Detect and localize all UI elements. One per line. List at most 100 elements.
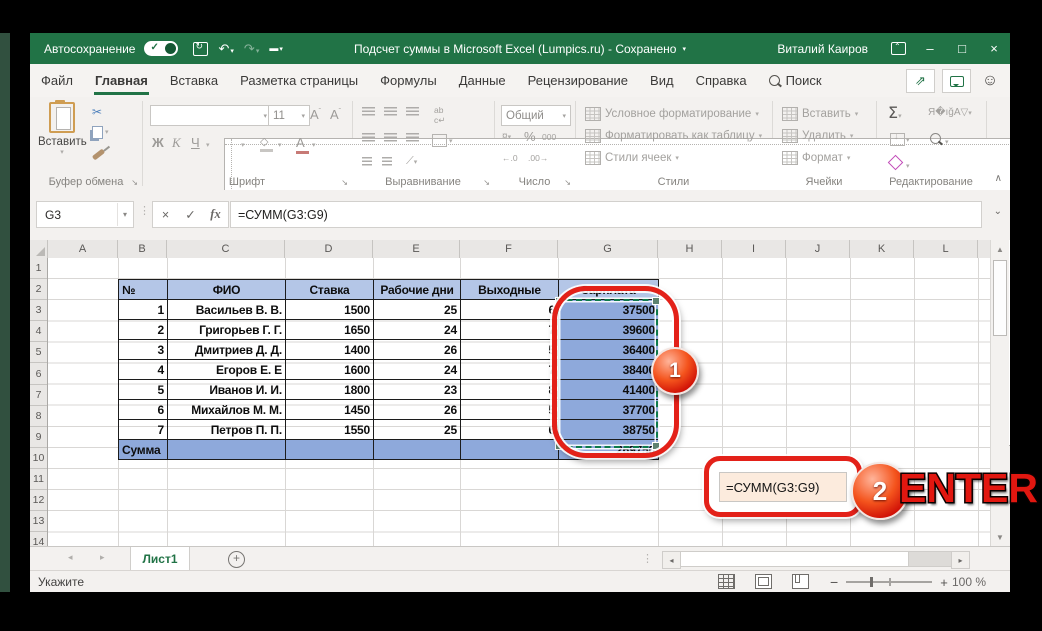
alignment-dialog-launcher-icon[interactable]: ↘ bbox=[483, 178, 490, 187]
column-header-d[interactable]: D bbox=[285, 240, 373, 258]
font-color-button[interactable]: А bbox=[296, 135, 309, 154]
scroll-right-icon[interactable]: ▸ bbox=[951, 551, 970, 569]
cell-d6[interactable]: 1600 bbox=[286, 360, 374, 380]
number-format-combo[interactable]: Общий▾ bbox=[501, 105, 571, 126]
cell-f6[interactable]: 7 bbox=[461, 360, 559, 380]
page-break-view-icon[interactable] bbox=[792, 574, 809, 589]
horizontal-scroll-thumb[interactable] bbox=[681, 552, 909, 566]
column-header-f[interactable]: F bbox=[460, 240, 558, 258]
cell-c4[interactable]: Григорьев Г. Г. bbox=[168, 320, 286, 340]
new-sheet-button[interactable]: + bbox=[228, 551, 245, 568]
cell-e4[interactable]: 24 bbox=[374, 320, 461, 340]
sheet-tab-list1[interactable]: Лист1 bbox=[130, 547, 190, 572]
format-cells-button[interactable]: Формат▾ bbox=[782, 147, 850, 168]
tab-page-layout[interactable]: Разметка страницы bbox=[229, 64, 369, 97]
minimize-button[interactable]: – bbox=[914, 33, 946, 64]
tab-home[interactable]: Главная bbox=[84, 64, 159, 97]
decrease-indent-icon[interactable] bbox=[362, 157, 372, 166]
cell-d8[interactable]: 1450 bbox=[286, 400, 374, 420]
formula-input[interactable]: =СУММ(G3:G9) bbox=[230, 201, 982, 228]
column-header-k[interactable]: K bbox=[850, 240, 914, 258]
font-dialog-launcher-icon[interactable]: ↘ bbox=[341, 178, 348, 187]
row-header-8[interactable]: 8 bbox=[30, 406, 47, 427]
insert-function-button[interactable]: fx bbox=[203, 207, 228, 222]
cell-c6[interactable]: Егоров Е. Е bbox=[168, 360, 286, 380]
insert-cells-button[interactable]: Вставить▾ bbox=[782, 103, 858, 124]
tab-file[interactable]: Файл bbox=[30, 64, 84, 97]
cell-f3[interactable]: 6 bbox=[461, 300, 559, 320]
cell-b8[interactable]: 6 bbox=[119, 400, 168, 420]
cell-e5[interactable]: 26 bbox=[374, 340, 461, 360]
conditional-formatting-button[interactable]: Условное форматирование▾ bbox=[585, 103, 759, 124]
cell-f10[interactable] bbox=[461, 440, 559, 460]
delete-cells-button[interactable]: Удалить▾ bbox=[782, 125, 853, 146]
number-dialog-launcher-icon[interactable]: ↘ bbox=[564, 178, 571, 187]
cell-e7[interactable]: 23 bbox=[374, 380, 461, 400]
column-header-c[interactable]: C bbox=[167, 240, 285, 258]
column-header-g[interactable]: G bbox=[558, 240, 658, 258]
align-center-icon[interactable] bbox=[384, 133, 397, 142]
horizontal-scroll-track[interactable] bbox=[681, 551, 951, 567]
align-left-icon[interactable] bbox=[362, 133, 375, 142]
font-size-combo[interactable]: 11▾ bbox=[268, 105, 310, 126]
cell-f5[interactable]: 5 bbox=[461, 340, 559, 360]
decrease-font-icon[interactable]: Аˇ bbox=[330, 107, 341, 122]
align-top-icon[interactable] bbox=[362, 107, 375, 116]
row-header-6[interactable]: 6 bbox=[30, 363, 47, 384]
enter-formula-button[interactable]: ✓ bbox=[178, 207, 203, 222]
share-button[interactable]: ⇗ bbox=[906, 69, 935, 93]
cell-f8[interactable]: 5 bbox=[461, 400, 559, 420]
merge-center-icon[interactable] bbox=[432, 134, 447, 147]
row-header-7[interactable]: 7 bbox=[30, 385, 47, 406]
font-name-combo[interactable]: ▾ bbox=[150, 105, 272, 126]
clipboard-dialog-launcher-icon[interactable]: ↘ bbox=[131, 178, 138, 187]
increase-indent-icon[interactable] bbox=[382, 157, 392, 166]
zoom-slider-thumb[interactable] bbox=[870, 577, 873, 587]
comments-button[interactable] bbox=[942, 69, 971, 93]
name-box[interactable]: G3 ▾ bbox=[36, 201, 134, 228]
redo-button[interactable]: ↷▾ bbox=[244, 42, 259, 55]
cell-d7[interactable]: 1800 bbox=[286, 380, 374, 400]
row-header-9[interactable]: 9 bbox=[30, 427, 47, 448]
underline-button[interactable]: Ч bbox=[191, 135, 200, 150]
cell-c10[interactable] bbox=[168, 440, 286, 460]
format-as-table-button[interactable]: Форматировать как таблицу▾ bbox=[585, 125, 762, 146]
cell-c7[interactable]: Иванов И. И. bbox=[168, 380, 286, 400]
cell-d4[interactable]: 1650 bbox=[286, 320, 374, 340]
clear-button[interactable]: ▾ bbox=[890, 157, 910, 171]
find-select-button[interactable]: ▾ bbox=[930, 133, 949, 147]
account-name[interactable]: Виталий Каиров bbox=[777, 42, 868, 56]
undo-button[interactable]: ↶▾ bbox=[218, 42, 233, 55]
decrease-decimal-icon[interactable]: .00→ bbox=[528, 153, 548, 163]
expand-formula-bar-icon[interactable]: ⌄ bbox=[994, 206, 1002, 217]
orientation-icon[interactable]: ⟋▾ bbox=[406, 155, 417, 168]
autosum-button[interactable]: Σ▾ bbox=[888, 103, 902, 122]
vertical-scroll-thumb[interactable] bbox=[993, 260, 1007, 336]
cell-d5[interactable]: 1400 bbox=[286, 340, 374, 360]
comma-style-icon[interactable]: 000 bbox=[542, 132, 556, 142]
cell-c8[interactable]: Михайлов М. М. bbox=[168, 400, 286, 420]
header-cell-number[interactable]: № bbox=[119, 280, 168, 300]
save-icon[interactable] bbox=[193, 42, 208, 56]
cut-button[interactable]: ✂ bbox=[92, 105, 109, 119]
align-right-icon[interactable] bbox=[406, 133, 419, 142]
formula-bar-resize-handle[interactable]: ⋮ bbox=[139, 204, 150, 217]
normal-view-icon[interactable] bbox=[718, 574, 735, 589]
fill-dropdown-icon[interactable]: ▾ bbox=[906, 136, 910, 144]
cell-b6[interactable]: 4 bbox=[119, 360, 168, 380]
tab-data[interactable]: Данные bbox=[448, 64, 517, 97]
row-header-13[interactable]: 13 bbox=[30, 511, 47, 532]
column-header-h[interactable]: H bbox=[658, 240, 722, 258]
column-header-b[interactable]: B bbox=[118, 240, 167, 258]
column-header-a[interactable]: A bbox=[48, 240, 118, 258]
cell-e10[interactable] bbox=[374, 440, 461, 460]
cell-f7[interactable]: 8 bbox=[461, 380, 559, 400]
tab-view[interactable]: Вид bbox=[639, 64, 685, 97]
borders-dropdown-icon[interactable]: ▾ bbox=[241, 141, 245, 149]
fill-color-button[interactable]: ◇ bbox=[260, 135, 273, 152]
cell-c3[interactable]: Васильев В. В. bbox=[168, 300, 286, 320]
tab-help[interactable]: Справка bbox=[685, 64, 758, 97]
cell-b10-total-label[interactable]: Сумма bbox=[119, 440, 168, 460]
cell-b3[interactable]: 1 bbox=[119, 300, 168, 320]
row-header-10[interactable]: 10 bbox=[30, 448, 47, 469]
